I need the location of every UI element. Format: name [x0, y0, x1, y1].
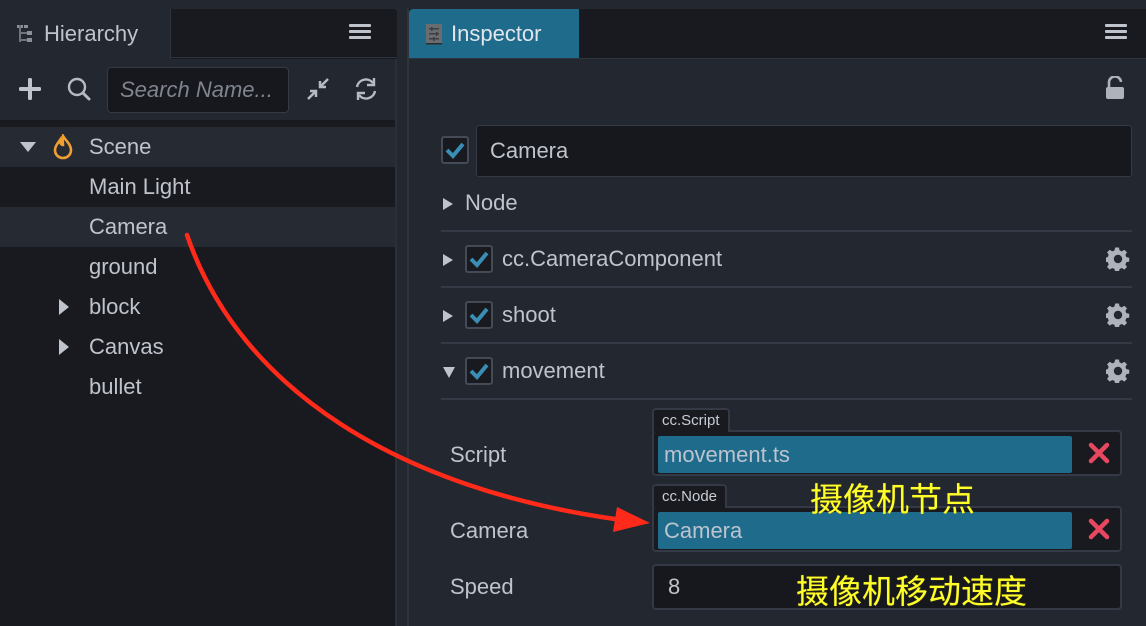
gear-icon[interactable] — [1106, 247, 1130, 271]
tree-item-label: ground — [89, 254, 158, 279]
node-name-input[interactable] — [477, 126, 1131, 176]
inspector-tabbar: Inspector — [409, 9, 1146, 59]
tab-label: Hierarchy — [44, 21, 139, 46]
clear-icon[interactable] — [1088, 442, 1110, 464]
section-camera-component[interactable]: cc.CameraComponent — [441, 232, 1132, 288]
tab-label: Inspector — [451, 20, 542, 46]
expand-arrow-icon[interactable] — [59, 299, 69, 315]
hierarchy-panel: Hierarchy Search Name... Scene Main Ligh… — [0, 9, 397, 626]
component-enabled-checkbox[interactable] — [465, 357, 493, 385]
section-shoot[interactable]: shoot — [441, 288, 1132, 344]
tree-item-label: Camera — [89, 214, 168, 239]
script-label: Script — [450, 442, 507, 467]
search-input[interactable] — [108, 68, 288, 112]
node-active-checkbox[interactable] — [441, 136, 469, 164]
annotation-camera-speed: 摄像机移动速度 — [796, 572, 1027, 611]
inspector-icon — [426, 23, 442, 44]
section-label: Node — [465, 190, 518, 215]
tab-hierarchy[interactable]: Hierarchy — [0, 9, 171, 59]
search-field[interactable] — [107, 67, 289, 113]
tab-inspector[interactable]: Inspector — [409, 9, 579, 58]
hierarchy-tree: Scene Main Light Camera ground block Can… — [0, 127, 397, 407]
check-icon — [445, 142, 465, 159]
clear-icon[interactable] — [1088, 518, 1110, 540]
expand-arrow-icon[interactable] — [20, 142, 36, 152]
collapse-arrow-icon[interactable] — [443, 367, 455, 378]
hierarchy-tree-icon — [17, 25, 32, 42]
component-enabled-checkbox[interactable] — [465, 301, 493, 329]
tree-item-camera[interactable]: Camera — [0, 207, 397, 247]
unlock-icon[interactable] — [1105, 76, 1125, 100]
tree-item-bullet[interactable]: bullet — [0, 367, 397, 407]
tree-item-ground[interactable]: ground — [0, 247, 397, 287]
type-tag: cc.Node — [652, 484, 728, 508]
gear-icon[interactable] — [1106, 359, 1130, 383]
type-tag: cc.Script — [652, 408, 730, 432]
camera-label: Camera — [450, 518, 529, 543]
tree-item-label: Scene — [89, 134, 152, 159]
annotation-camera-node: 摄像机节点 — [810, 480, 975, 519]
expand-arrow-icon[interactable] — [443, 310, 453, 322]
check-icon — [469, 251, 489, 268]
refresh-icon[interactable] — [353, 76, 379, 102]
expand-arrow-icon[interactable] — [59, 339, 69, 355]
plus-icon[interactable] — [17, 76, 43, 102]
component-enabled-checkbox[interactable] — [465, 245, 493, 273]
hierarchy-tabbar: Hierarchy — [0, 9, 397, 59]
collapse-all-icon[interactable] — [305, 76, 331, 102]
tree-item-block[interactable]: block — [0, 287, 397, 327]
tree-item-label: Canvas — [89, 334, 164, 359]
gear-icon[interactable] — [1106, 303, 1130, 327]
check-icon — [469, 307, 489, 324]
search-icon[interactable] — [66, 76, 92, 102]
tree-item-label: bullet — [89, 374, 142, 399]
tree-item-scene[interactable]: Scene — [0, 127, 397, 167]
node-name-field[interactable] — [476, 125, 1132, 177]
scene-flame-icon — [53, 134, 73, 160]
speed-label: Speed — [450, 574, 514, 599]
section-label: shoot — [502, 302, 556, 327]
tree-item-canvas[interactable]: Canvas — [0, 327, 397, 367]
panel-divider[interactable] — [395, 59, 397, 626]
expand-arrow-icon[interactable] — [443, 254, 453, 266]
inspector-panel: Inspector Node cc.CameraComponent — [407, 9, 1146, 626]
inspector-menu-icon[interactable] — [1105, 21, 1127, 43]
check-icon — [469, 363, 489, 380]
checkbox[interactable] — [441, 136, 469, 164]
script-asset-field: cc.Script movement.ts — [652, 408, 1122, 476]
tree-item-main-light[interactable]: Main Light — [0, 167, 397, 207]
section-movement[interactable]: movement — [441, 344, 1132, 400]
hierarchy-toolbar — [0, 59, 397, 120]
hierarchy-menu-icon[interactable] — [349, 21, 371, 43]
tree-item-label: Main Light — [89, 174, 191, 199]
tree-item-label: block — [89, 294, 141, 319]
section-label: movement — [502, 358, 605, 383]
section-label: cc.CameraComponent — [502, 246, 723, 271]
script-value[interactable]: movement.ts — [658, 436, 1072, 473]
section-node[interactable]: Node — [441, 176, 1132, 232]
expand-arrow-icon[interactable] — [443, 198, 453, 210]
